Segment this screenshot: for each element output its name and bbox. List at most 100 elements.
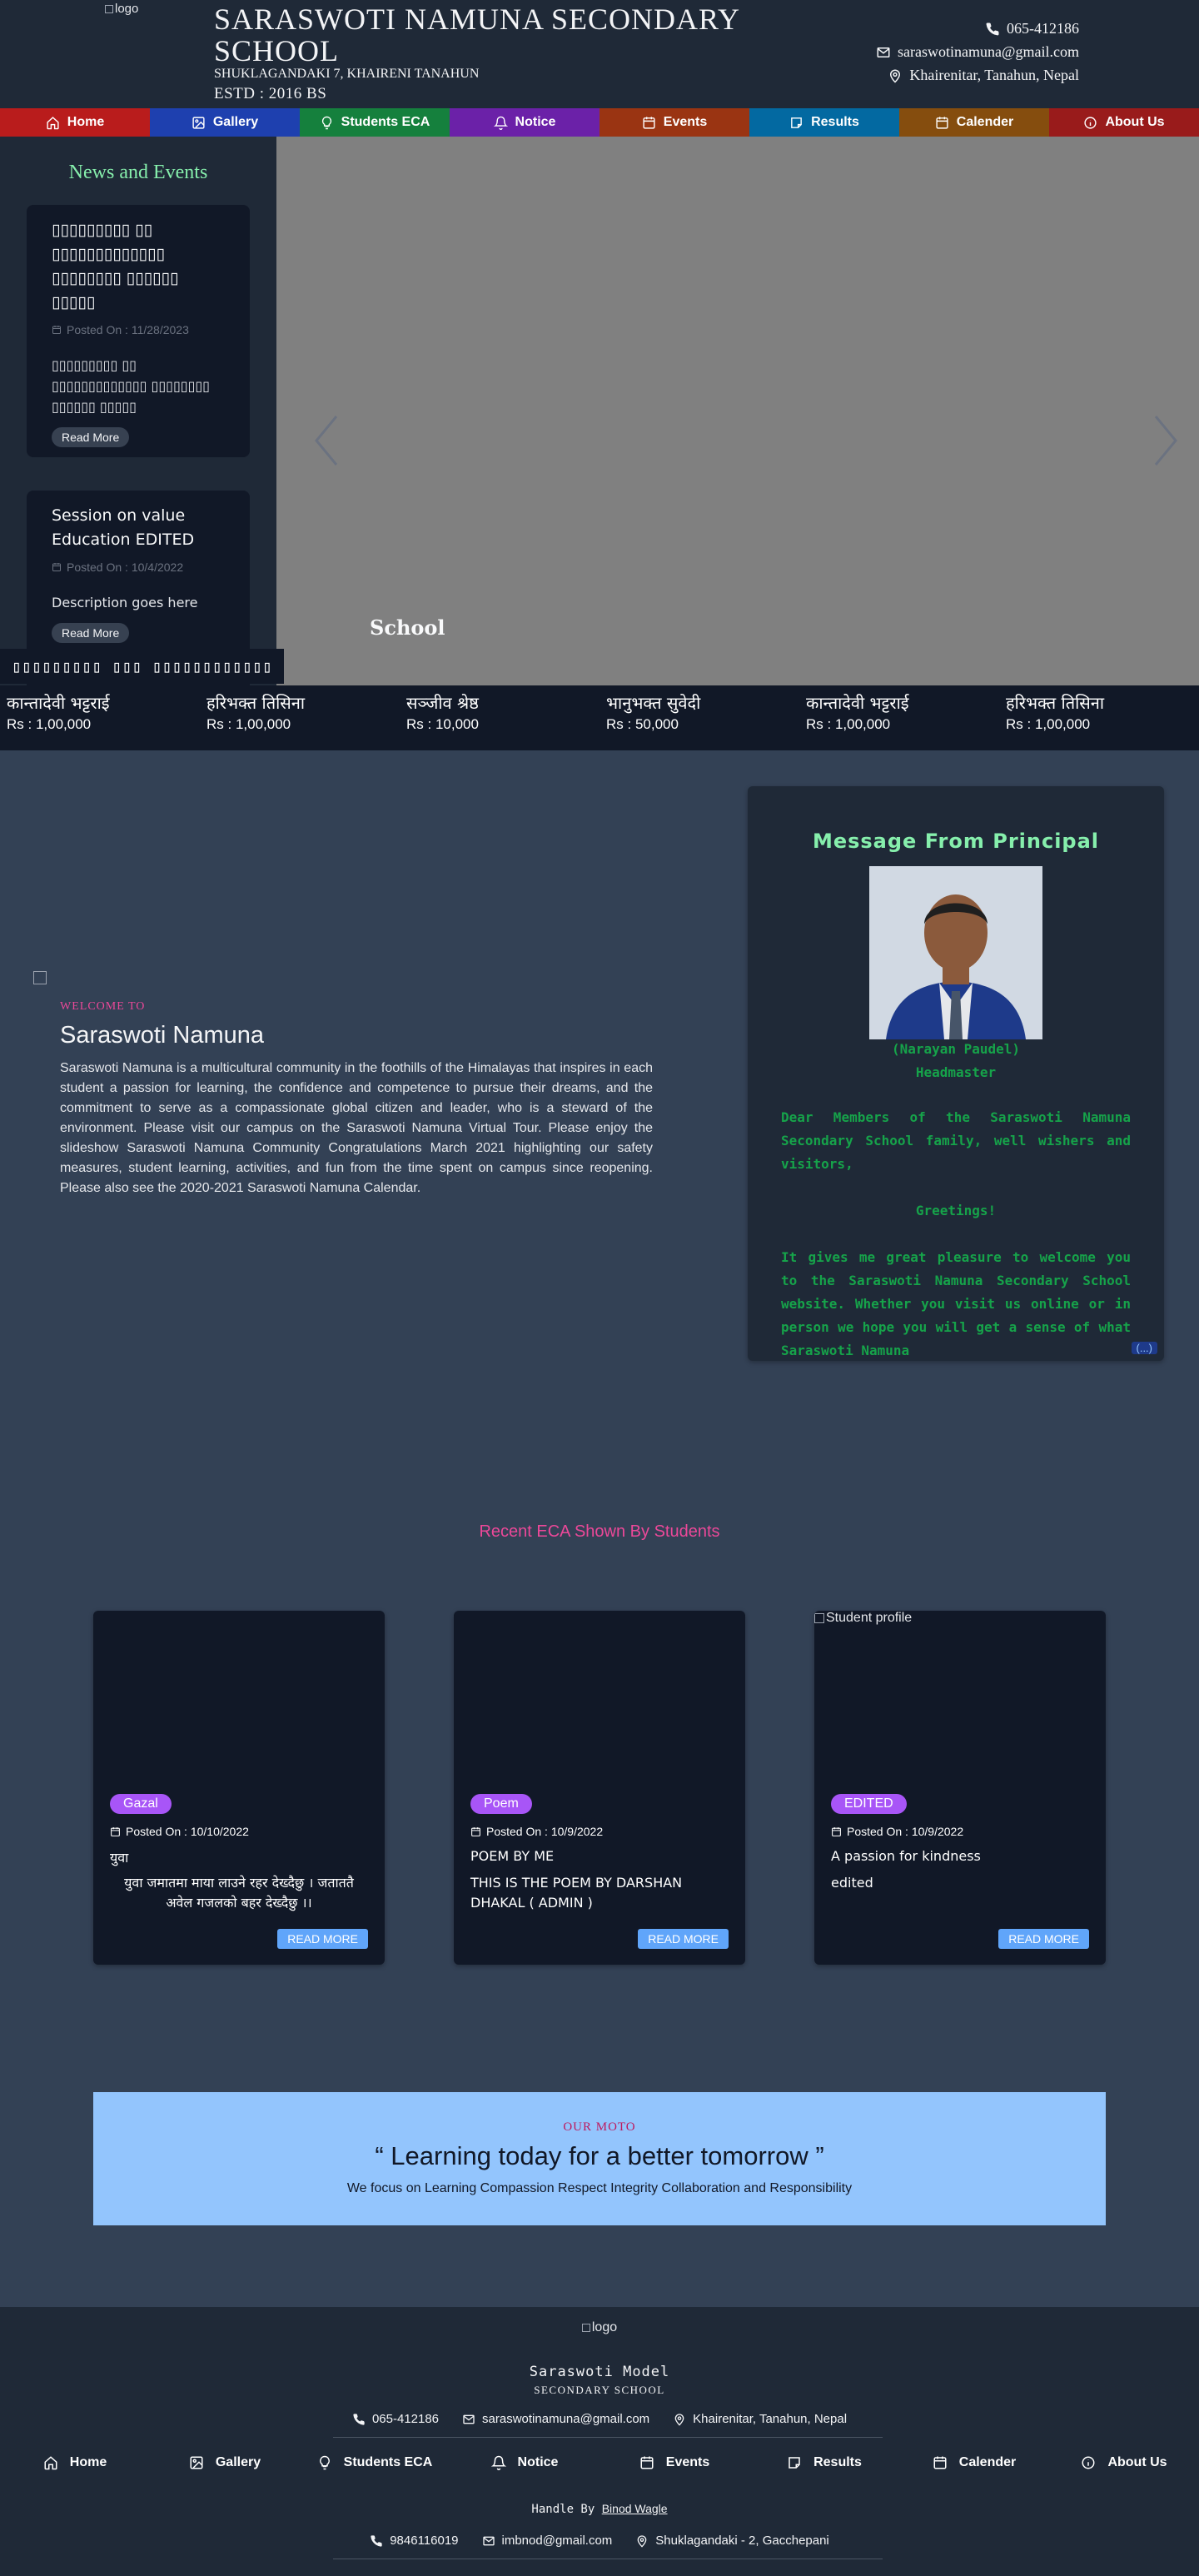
calendar-icon: [52, 326, 61, 334]
eca-read-more-button[interactable]: READ MORE: [998, 1929, 1089, 1949]
donor-amount: Rs : 10,000: [406, 716, 479, 732]
moto-tag: OUR MOTO: [563, 2120, 636, 2134]
slider-prev-arrow[interactable]: [310, 411, 343, 470]
nav-item-about-us[interactable]: About Us: [1049, 108, 1199, 137]
calendar-icon: [111, 1826, 120, 1836]
info-icon: [1082, 2456, 1095, 2469]
mail-icon: [877, 47, 890, 57]
eca-category-badge: Gazal: [110, 1794, 172, 1814]
footer-nav-label: Home: [69, 2455, 107, 2469]
footer-nav-item-notice[interactable]: Notice: [450, 2455, 600, 2470]
nav-item-gallery[interactable]: Gallery: [150, 108, 300, 137]
news-card: ▯▯▯▯▯▯▯▯▯ ▯▯ ▯▯▯▯▯▯▯▯▯▯▯▯▯ ▯▯▯▯▯▯▯▯ ▯▯▯▯…: [27, 205, 250, 457]
nav-item-results[interactable]: Results: [749, 108, 899, 137]
footer-nav-label: Gallery: [215, 2455, 261, 2469]
developer-email[interactable]: imbnod@gmail.com: [482, 2534, 613, 2548]
site-header: logo SARASWOTI NAMUNA SECONDARY SCHOOL S…: [0, 0, 1199, 108]
donor-item: हरिभक्त तिसिना Rs : 1,00,000: [1006, 690, 1199, 734]
eca-read-more-button[interactable]: READ MORE: [638, 1929, 729, 1949]
footer-nav-label: Notice: [517, 2455, 559, 2469]
footer-nav-label: Events: [665, 2455, 710, 2469]
footer-location-text: Khairenitar, Tanahun, Nepal: [693, 2412, 848, 2426]
nav-item-label: Gallery: [212, 115, 259, 129]
footer-nav-item-results[interactable]: Results: [749, 2455, 899, 2470]
footer-nav-label: Results: [813, 2455, 862, 2469]
principal-read-more-button[interactable]: (...): [1131, 1342, 1157, 1354]
calendar-icon: [936, 116, 948, 129]
student-profile-image: Student profile: [814, 1611, 912, 1626]
footer-nav-item-events[interactable]: Events: [600, 2455, 749, 2470]
eca-category-badge: Poem: [470, 1794, 532, 1814]
hero-slider[interactable]: School: [276, 137, 1199, 685]
footer-divider: [333, 2437, 883, 2438]
nav-item-notice[interactable]: Notice: [450, 108, 600, 137]
slide-caption: School: [370, 615, 445, 640]
image-icon: [192, 116, 205, 129]
eca-card-body: युवा जमातमा माया लाउने रहर देख्दैछु । जत…: [124, 1875, 354, 1911]
header-email[interactable]: saraswotinamuna@gmail.com: [876, 43, 1079, 61]
calendar-icon: [640, 2456, 654, 2469]
slider-next-arrow[interactable]: [1149, 411, 1182, 470]
donor-amount: Rs : 1,00,000: [806, 716, 891, 732]
school-logo[interactable]: logo: [105, 2, 138, 16]
nav-item-events[interactable]: Events: [600, 108, 749, 137]
calendar-icon: [933, 2456, 947, 2469]
school-name: SARASWOTI NAMUNA SECONDARY SCHOOL: [214, 2, 739, 67]
bell-icon: [490, 2455, 506, 2470]
principal-photo: [869, 866, 1042, 1039]
footer-nav-item-gallery[interactable]: Gallery: [150, 2455, 300, 2470]
footer-email[interactable]: saraswotinamuna@gmail.com: [462, 2412, 649, 2426]
header-phone[interactable]: 065-412186: [985, 20, 1079, 37]
footer-nav-item-about-us[interactable]: About Us: [1049, 2455, 1199, 2470]
developer-phone[interactable]: 9846116019: [370, 2534, 459, 2548]
nav-item-label: Results: [811, 115, 859, 129]
principal-message: Dear Members of the Saraswoti Namuna Sec…: [781, 1106, 1131, 1361]
footer-contact-row: 065-412186 saraswotinamuna@gmail.com Kha…: [0, 2412, 1199, 2426]
donor-name: हरिभक्त तिसिना: [206, 693, 306, 713]
footer-logo[interactable]: logo: [0, 2320, 1199, 2335]
welcome-text: Saraswoti Namuna is a multicultural comm…: [60, 1061, 653, 1195]
mail-icon: [482, 2536, 495, 2545]
bell-icon: [493, 116, 508, 130]
nav-item-label: Home: [67, 115, 105, 129]
nav-item-home[interactable]: Home: [0, 108, 150, 137]
eca-card-date-text: Posted On : 10/9/2022: [847, 1825, 964, 1838]
eca-card-heading: POEM BY ME: [470, 1848, 555, 1864]
eca-read-more-button[interactable]: READ MORE: [277, 1929, 368, 1949]
donor-amount: Rs : 1,00,000: [206, 716, 291, 732]
header-location: Khairenitar, Tanahun, Nepal: [888, 67, 1079, 84]
nav-item-calender[interactable]: Calender: [899, 108, 1049, 137]
donor-name: भानुभक्त सुवेदी: [606, 693, 701, 713]
donor-name: कान्तादेवी भट्टराई: [806, 693, 909, 713]
principal-name-text: (Narayan Paudel): [891, 1041, 1021, 1057]
chevron-left-icon: [315, 416, 338, 466]
developer-phone-text: 9846116019: [390, 2534, 459, 2548]
footer-nav-label: About Us: [1107, 2455, 1167, 2469]
news-card-title: ▯▯▯▯▯▯▯▯▯ ▯▯ ▯▯▯▯▯▯▯▯▯▯▯▯▯ ▯▯▯▯▯▯▯▯ ▯▯▯▯…: [52, 221, 179, 311]
footer-nav-label: Students ECA: [343, 2455, 433, 2469]
footer-location: Khairenitar, Tanahun, Nepal: [673, 2412, 847, 2426]
donor-amount: Rs : 1,00,000: [1006, 716, 1091, 732]
footer-phone[interactable]: 065-412186: [352, 2412, 439, 2426]
read-more-button[interactable]: Read More: [52, 427, 130, 447]
phone-icon: [986, 22, 999, 35]
principal-message-paragraph: Dear Members of the Saraswoti Namuna Sec…: [781, 1109, 1131, 1172]
eca-card: Student profile EDITED Posted On : 10/9/…: [814, 1611, 1106, 1965]
donor-item: भानुभक्त सुवेदी Rs : 50,000: [606, 690, 806, 734]
developer-link[interactable]: Binod Wagle: [602, 2502, 668, 2515]
footer-nav-item-home[interactable]: Home: [0, 2455, 150, 2470]
footer-nav-item-calender[interactable]: Calender: [899, 2455, 1049, 2470]
nav-item-students-eca[interactable]: Students ECA: [300, 108, 450, 137]
news-panel-title: News and Events: [68, 162, 208, 183]
logo-alt-text: logo: [115, 2, 139, 16]
donor-item: कान्तादेवी भट्टराई Rs : 1,00,000: [7, 690, 206, 734]
news-card-description: Description goes here: [52, 595, 198, 610]
note-icon: [791, 117, 802, 128]
read-more-button[interactable]: Read More: [52, 623, 130, 643]
principal-name: (Narayan Paudel) Headmaster: [748, 1038, 1164, 1084]
donor-item: सञ्जीव श्रेष्ठ Rs : 10,000: [406, 690, 606, 734]
footer-nav-item-students-eca[interactable]: Students ECA: [300, 2455, 450, 2470]
developer-email-text: imbnod@gmail.com: [501, 2534, 613, 2548]
footer-school-name: Saraswoti Model: [529, 2364, 670, 2380]
nav-item-label: Events: [663, 115, 708, 129]
